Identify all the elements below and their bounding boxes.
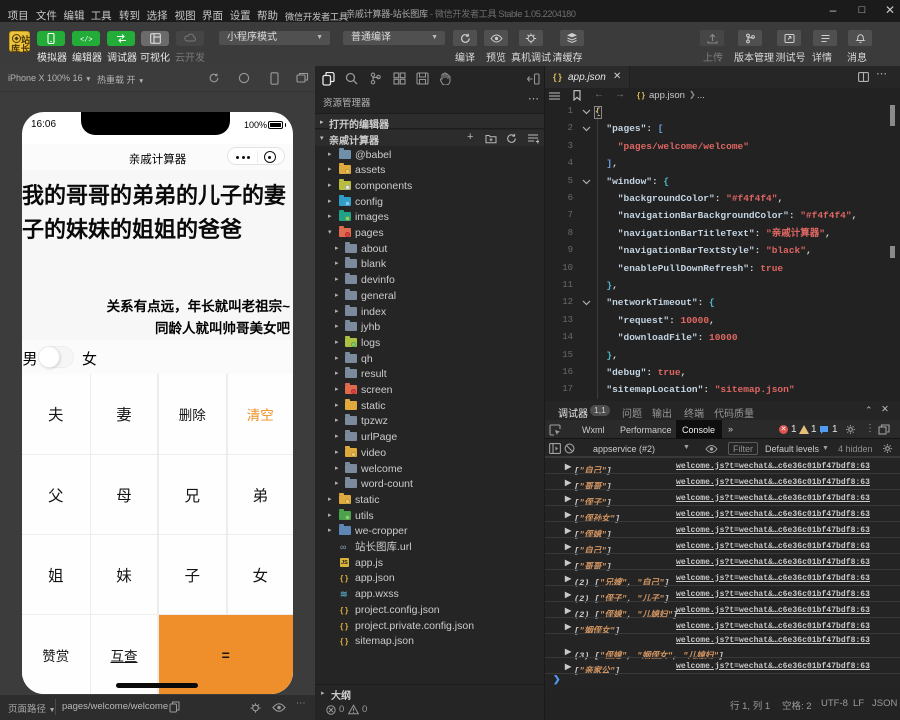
- svg-text:</>: </>: [80, 37, 93, 45]
